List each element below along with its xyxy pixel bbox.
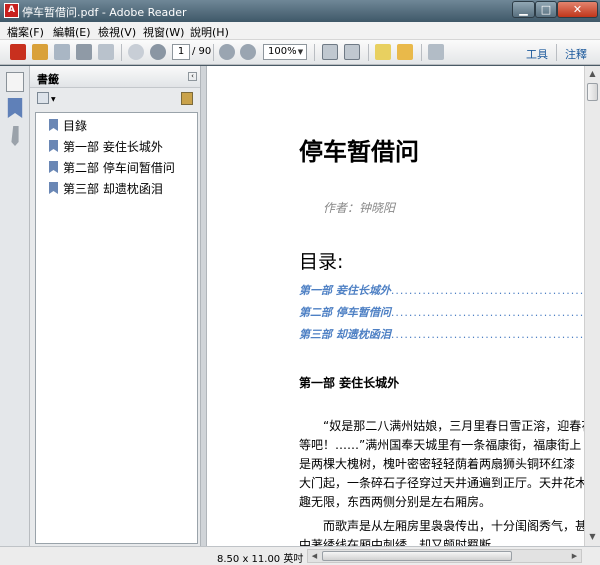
vertical-scrollbar[interactable]: ▲ ▼ <box>584 66 600 546</box>
toc-link[interactable]: 第二部 停车暂借问...............................… <box>299 304 584 320</box>
create-pdf-icon[interactable] <box>10 44 26 60</box>
toc-link[interactable]: 第三部 却遗枕函泪...............................… <box>299 326 584 342</box>
fit-page-icon[interactable] <box>322 44 338 60</box>
document-author: 作者：钟晓阳 <box>323 201 396 215</box>
navigation-pane <box>0 66 30 546</box>
horizontal-scrollbar[interactable]: ◀ ▶ <box>307 549 582 563</box>
scroll-thumb[interactable] <box>587 83 598 101</box>
full-screen-icon[interactable] <box>428 44 444 60</box>
expand-bookmark-icon[interactable] <box>181 92 193 105</box>
title-bar: A 停车暂借问.pdf - Adobe Reader ▁ □ ✕ <box>0 0 600 22</box>
window-title: 停车暂借问.pdf - Adobe Reader <box>22 6 187 19</box>
page-number-input[interactable]: 1 <box>172 44 190 60</box>
email-icon[interactable] <box>98 44 114 60</box>
scroll-down-icon[interactable]: ▼ <box>585 529 600 545</box>
zoom-in-icon[interactable] <box>240 44 256 60</box>
bookmark-list: 目錄 第一部 妾住长城外 第二部 停车间暂借问 第三部 却遗枕函泪 <box>35 112 198 544</box>
bookmark-icon <box>49 119 58 131</box>
chevron-down-icon[interactable]: ▼ <box>51 96 56 103</box>
paragraph-line: 大门起，一条碎石子径穿过天井通遍到正厅。天井花木 <box>299 476 584 490</box>
paragraph-line: “奴是那二八满州姑娘，三月里春日雪正溶，迎春花 <box>323 419 584 433</box>
status-bar: 8.50 x 11.00 英吋 ◀ ▶ <box>207 546 600 565</box>
scroll-up-icon[interactable]: ▲ <box>585 66 600 82</box>
menu-view[interactable]: 檢視(V) <box>98 24 136 40</box>
document-view[interactable]: 停车暂借问 作者：钟晓阳 目录: 第一部 妾住长城外..............… <box>207 66 584 546</box>
bookmark-item[interactable]: 目錄 <box>49 117 87 135</box>
toolbar: 1 / 90 100% ▼ 工具 注釋 <box>0 40 600 65</box>
previous-page-icon[interactable] <box>128 44 144 60</box>
bookmarks-header: 書籤 ‹ <box>30 66 200 88</box>
toolbar-separator <box>213 44 214 61</box>
fit-width-icon[interactable] <box>344 44 360 60</box>
print-icon[interactable] <box>76 44 92 60</box>
status-bar-left <box>0 546 207 565</box>
toolbar-separator <box>314 44 315 61</box>
toolbar-separator <box>368 44 369 61</box>
attachments-icon[interactable] <box>11 126 19 146</box>
paragraph-line: 而歌声是从左厢房里袅袅传出，十分闺阁秀气，甚 <box>299 519 584 533</box>
tools-tab[interactable]: 工具 <box>526 46 548 62</box>
menu-edit[interactable]: 編輯(E) <box>53 24 91 40</box>
collapse-panel-button[interactable]: ‹ <box>188 72 197 81</box>
bookmarks-panel: 書籤 ‹ ▼ 目錄 第一部 妾住长城外 第二部 停车间暂借问 第三部 却遗枕函泪 <box>30 66 200 546</box>
bookmark-icon <box>49 161 58 173</box>
bookmark-icon <box>49 182 58 194</box>
toolbar-separator <box>421 44 422 61</box>
bookmarks-title: 書籤 <box>37 73 59 86</box>
minimize-button[interactable]: ▁ <box>512 1 535 18</box>
comment-note-icon[interactable] <box>375 44 391 60</box>
bookmark-item[interactable]: 第一部 妾住长城外 <box>49 138 163 156</box>
page-size-label: 8.50 x 11.00 英吋 <box>217 554 304 565</box>
paragraph-line: 是两棵大槐树，槐叶密密轻轻荫着两扇狮头铜环红漆 <box>299 457 576 471</box>
zoom-out-icon[interactable] <box>219 44 235 60</box>
toc-link[interactable]: 第一部 妾住长城外...............................… <box>299 282 584 298</box>
paragraph-line: 趣无限，东西两侧分别是左右厢房。 <box>299 495 492 509</box>
bookmarks-toolbar: ▼ <box>30 88 200 110</box>
bookmark-icon <box>49 140 58 152</box>
menu-help[interactable]: 說明(H) <box>190 24 229 40</box>
paragraph-line: 中著绣线在厢中刺绣，却又颇时羁断 <box>299 538 492 546</box>
bookmark-item[interactable]: 第三部 却遗枕函泪 <box>49 180 163 198</box>
panel-splitter[interactable] <box>200 66 207 546</box>
scroll-thumb[interactable] <box>322 551 512 561</box>
next-page-icon[interactable] <box>150 44 166 60</box>
highlight-icon[interactable] <box>397 44 413 60</box>
adobe-reader-icon: A <box>4 3 19 18</box>
pdf-page: 停车暂借问 作者：钟晓阳 目录: 第一部 妾住长城外..............… <box>207 66 584 546</box>
menu-window[interactable]: 視窗(W) <box>143 24 184 40</box>
toolbar-separator <box>121 44 122 61</box>
menu-file[interactable]: 檔案(F) <box>7 24 44 40</box>
paragraph-line: 等吧！……”满州国奉天城里有一条福康街，福康街上 <box>299 438 582 452</box>
options-icon[interactable] <box>37 92 49 104</box>
toc-heading: 目录: <box>299 251 344 273</box>
section-heading: 第一部 妾住长城外 <box>299 376 400 390</box>
document-title: 停车暂借问 <box>299 138 419 166</box>
open-folder-icon[interactable] <box>32 44 48 60</box>
page-total: / 90 <box>192 46 212 57</box>
scroll-right-icon[interactable]: ▶ <box>568 550 581 562</box>
page-thumbnails-icon[interactable] <box>6 72 24 92</box>
bookmark-item[interactable]: 第二部 停车间暂借问 <box>49 159 175 177</box>
scroll-left-icon[interactable]: ◀ <box>308 550 321 562</box>
toolbar-separator <box>556 44 557 61</box>
menu-bar: 檔案(F) 編輯(E) 檢視(V) 視窗(W) 說明(H) <box>0 22 600 40</box>
chevron-down-icon[interactable]: ▼ <box>295 45 306 59</box>
close-button[interactable]: ✕ <box>557 1 598 18</box>
save-icon[interactable] <box>54 44 70 60</box>
bookmarks-icon[interactable] <box>7 98 23 118</box>
comment-tab[interactable]: 注釋 <box>565 46 587 62</box>
maximize-button[interactable]: □ <box>535 1 557 18</box>
